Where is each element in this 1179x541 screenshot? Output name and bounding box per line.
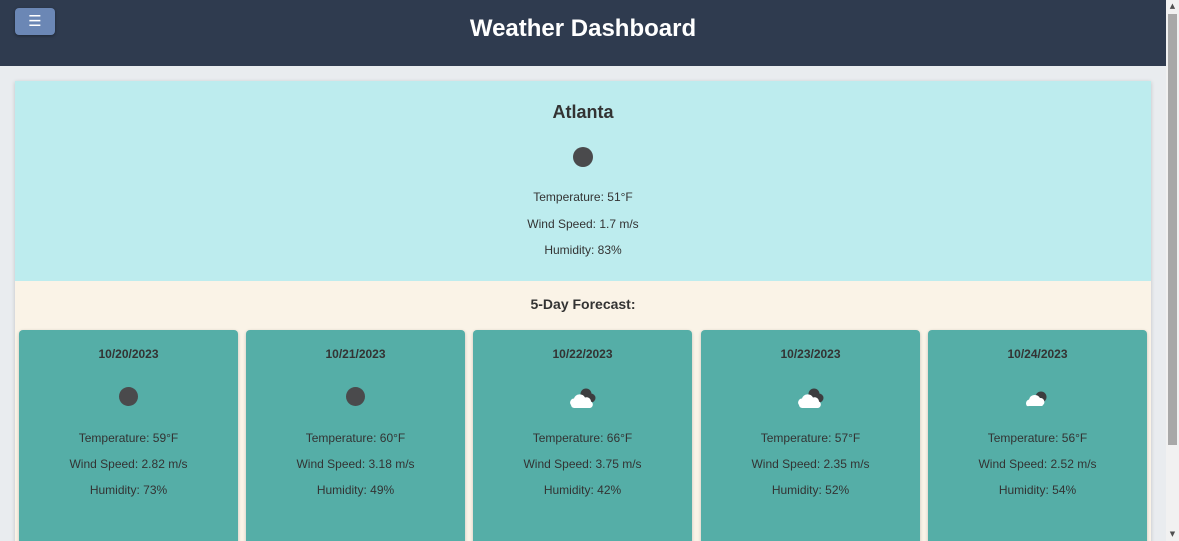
weather-card: Atlanta Temperature: 51°F Wind Speed: 1.… xyxy=(15,81,1151,541)
forecast-wind-speed: Wind Speed: 3.75 m/s xyxy=(523,457,642,471)
vertical-scrollbar[interactable]: ▲ ▼ xyxy=(1166,0,1179,541)
cloud-night-icon xyxy=(1022,387,1054,409)
forecast-temperature: Temperature: 66°F xyxy=(532,431,633,445)
scrollbar-thumb[interactable] xyxy=(1168,14,1177,445)
forecast-humidity: Humidity: 54% xyxy=(998,483,1077,497)
forecast-day-card: 10/20/2023 Temperature: 59°F Wind Speed:… xyxy=(19,330,238,541)
current-humidity: Humidity: 83% xyxy=(544,243,622,257)
forecast-date: 10/23/2023 xyxy=(780,347,841,361)
moon-icon xyxy=(346,387,365,406)
forecast-humidity: Humidity: 42% xyxy=(543,483,622,497)
moon-icon xyxy=(119,387,138,406)
forecast-temperature: Temperature: 60°F xyxy=(305,431,406,445)
page-title: Weather Dashboard xyxy=(469,15,697,42)
forecast-day-card: 10/21/2023 Temperature: 60°F Wind Speed:… xyxy=(246,330,465,541)
forecast-humidity: Humidity: 73% xyxy=(89,483,168,497)
page: ☰ Weather Dashboard Atlanta Temperature:… xyxy=(0,0,1166,541)
forecast-day-card: 10/23/2023 Temperature: 57°F Wind Speed:… xyxy=(701,330,920,541)
current-weather: Atlanta Temperature: 51°F Wind Speed: 1.… xyxy=(15,81,1151,281)
forecast-date: 10/21/2023 xyxy=(325,347,386,361)
forecast-date: 10/20/2023 xyxy=(98,347,159,361)
current-wind-speed: Wind Speed: 1.7 m/s xyxy=(527,217,639,231)
city-name: Atlanta xyxy=(552,102,614,122)
forecast-wind-speed: Wind Speed: 2.52 m/s xyxy=(978,457,1097,471)
moon-icon xyxy=(573,147,593,167)
forecast-humidity: Humidity: 49% xyxy=(316,483,395,497)
top-header: ☰ Weather Dashboard xyxy=(0,0,1166,66)
forecast-day-card: 10/22/2023 Temperature: 66°F Wind Speed:… xyxy=(473,330,692,541)
forecast-wind-speed: Wind Speed: 2.82 m/s xyxy=(69,457,188,471)
forecast-title: 5-Day Forecast: xyxy=(530,296,636,312)
scroll-down-arrow-icon[interactable]: ▼ xyxy=(1166,528,1179,541)
forecast-humidity: Humidity: 52% xyxy=(771,483,850,497)
forecast-wind-speed: Wind Speed: 3.18 m/s xyxy=(296,457,415,471)
forecast-temperature: Temperature: 57°F xyxy=(760,431,861,445)
forecast-date: 10/24/2023 xyxy=(1007,347,1068,361)
cloud-night-icon xyxy=(795,387,827,409)
current-temperature: Temperature: 51°F xyxy=(533,190,633,204)
forecast-wind-speed: Wind Speed: 2.35 m/s xyxy=(751,457,870,471)
scroll-up-arrow-icon[interactable]: ▲ xyxy=(1166,0,1179,13)
forecast-temperature: Temperature: 59°F xyxy=(78,431,179,445)
forecast-date: 10/22/2023 xyxy=(552,347,613,361)
forecast-temperature: Temperature: 56°F xyxy=(987,431,1088,445)
forecast-day-card: 10/24/2023 Temperature: 56°F Wind Speed:… xyxy=(928,330,1147,541)
cloud-night-icon xyxy=(567,387,599,409)
